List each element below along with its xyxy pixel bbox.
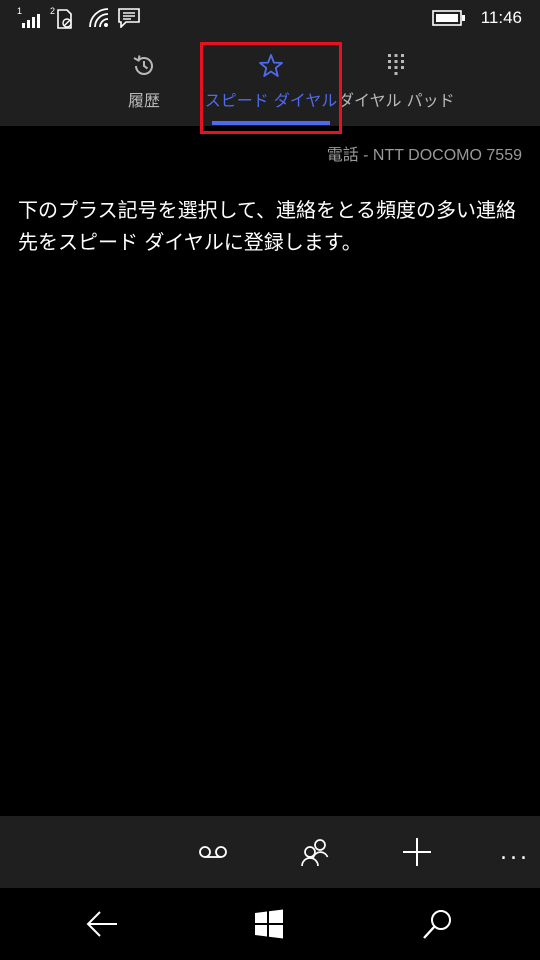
search-icon: [423, 910, 451, 939]
start-button[interactable]: [229, 888, 309, 960]
contacts-icon: [301, 839, 329, 867]
tab-dialpad[interactable]: ダイヤル パッド: [338, 36, 455, 126]
history-icon: [133, 55, 153, 75]
app-bar: ...: [0, 816, 540, 888]
star-icon: [259, 54, 283, 77]
add-speed-dial-button[interactable]: [387, 816, 447, 888]
status-bar: 1 2 11:46: [0, 0, 540, 36]
tab-speed-dial-label: スピード ダイヤル: [204, 91, 338, 110]
carrier-label: 電話 - NTT DOCOMO 7559: [326, 147, 522, 164]
windows-start-icon: [255, 909, 283, 939]
tab-speed-dial[interactable]: スピード ダイヤル: [201, 36, 341, 126]
back-icon: [86, 911, 117, 937]
pivot-header: 履歴 スピード ダイヤル ダイヤル パッド: [0, 36, 540, 126]
wifi-icon: [89, 8, 109, 28]
signal-bars-icon: 1: [17, 6, 40, 28]
search-button[interactable]: [398, 888, 478, 960]
speed-dial-empty-message: 下のプラス記号を選択して、連絡をとる頻度の多い連絡先をスピード ダイヤルに登録し…: [18, 198, 516, 254]
tab-history[interactable]: 履歴: [104, 36, 184, 126]
navigation-bar: [0, 888, 540, 960]
voicemail-button[interactable]: [183, 816, 243, 888]
add-icon: [403, 838, 431, 866]
voicemail-icon: [199, 846, 227, 858]
sim-no-signal-icon: 2: [50, 6, 72, 29]
back-button[interactable]: [62, 888, 142, 960]
clock: 11:46: [480, 8, 522, 27]
more-options-button[interactable]: ...: [500, 840, 530, 865]
active-tab-indicator: [212, 121, 330, 125]
tab-history-label: 履歴: [127, 91, 160, 110]
contacts-button[interactable]: [285, 816, 345, 888]
message-icon: [118, 8, 140, 28]
battery-icon: [432, 10, 465, 26]
sim2-label: 2: [50, 6, 55, 16]
dialpad-icon: [388, 54, 404, 75]
sim1-label: 1: [17, 6, 22, 16]
tab-dialpad-label: ダイヤル パッド: [338, 91, 455, 110]
